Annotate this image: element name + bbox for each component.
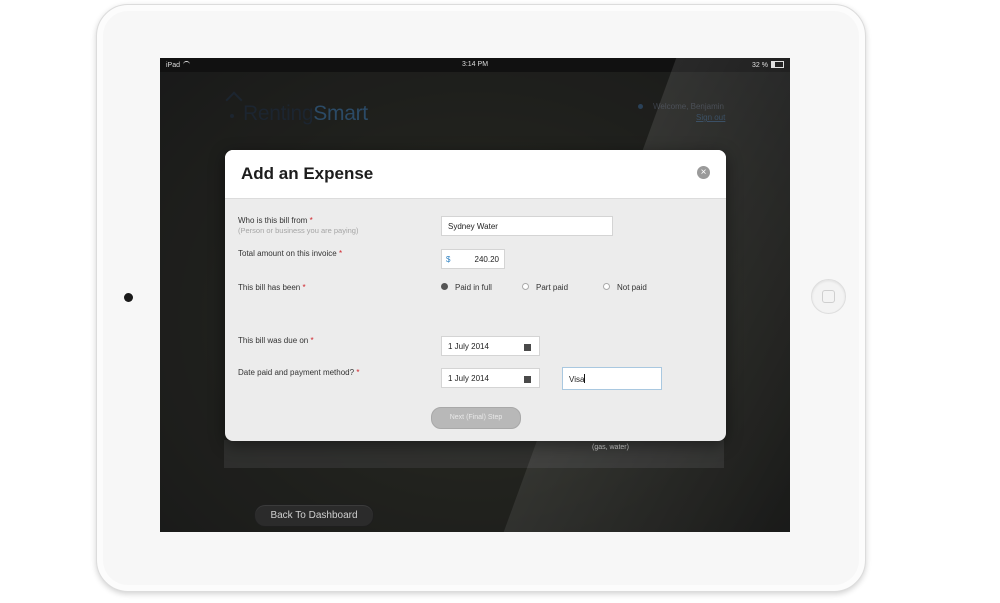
bill-from-value: Sydney Water — [448, 222, 498, 231]
bill-from-sublabel: (Person or business you are paying) — [238, 226, 359, 235]
background-panel — [224, 440, 724, 468]
next-final-step-button[interactable]: Next (Final) Step — [431, 407, 521, 429]
back-to-dashboard-button[interactable]: Back To Dashboard — [254, 504, 374, 527]
bill-status-label: This bill has been * — [238, 283, 306, 292]
user-icon — [638, 104, 643, 109]
battery-percent: 32 % — [752, 62, 768, 69]
date-paid-label: Date paid and payment method? * — [238, 368, 360, 377]
modal-header: Add an Expense × — [225, 150, 726, 199]
screen: iPad 3:14 PM 32 % RentingSmart Welcome, … — [160, 58, 790, 532]
radio-unselected-icon — [522, 283, 529, 290]
text-caret — [584, 374, 586, 383]
due-date-input[interactable]: 1 July 2014 — [441, 336, 540, 356]
radio-unselected-icon — [603, 283, 610, 290]
battery-icon — [771, 61, 784, 68]
date-paid-input[interactable]: 1 July 2014 — [441, 368, 540, 388]
calendar-icon[interactable] — [524, 376, 531, 383]
sign-out-link[interactable]: Sign out — [696, 113, 725, 122]
modal-title: Add an Expense — [241, 164, 374, 183]
total-amount-value: 240.20 — [474, 255, 499, 264]
due-date-label: This bill was due on * — [238, 336, 314, 345]
camera-icon — [124, 293, 133, 302]
background-note: (gas, water) — [592, 444, 629, 451]
date-paid-value: 1 July 2014 — [448, 374, 489, 383]
welcome-text: Welcome, Benjamin — [653, 102, 724, 111]
add-expense-modal: Add an Expense × Who is this bill from *… — [225, 150, 726, 441]
total-amount-input[interactable]: $ 240.20 — [441, 249, 505, 269]
status-time: 3:14 PM — [461, 61, 489, 68]
status-bar: iPad 3:14 PM 32 % — [160, 58, 790, 72]
bill-from-input[interactable]: Sydney Water — [441, 216, 613, 236]
logo[interactable]: RentingSmart — [243, 102, 368, 126]
calendar-icon[interactable] — [524, 344, 531, 351]
close-icon[interactable]: × — [697, 166, 710, 179]
bill-from-label: Who is this bill from * (Person or busin… — [238, 216, 359, 235]
radio-paid-in-full[interactable]: Paid in full — [441, 283, 492, 292]
currency-symbol: $ — [446, 255, 451, 264]
due-date-value: 1 July 2014 — [448, 342, 489, 351]
radio-not-paid[interactable]: Not paid — [603, 283, 647, 292]
payment-method-input[interactable]: Visa — [562, 367, 662, 390]
radio-part-paid[interactable]: Part paid — [522, 283, 568, 292]
welcome-message: Welcome, Benjamin — [638, 102, 724, 111]
logo-accent: Smart — [313, 102, 368, 125]
logo-dot-icon — [230, 114, 234, 118]
radio-selected-icon — [441, 283, 448, 290]
logo-main: Renting — [243, 102, 314, 125]
total-amount-label: Total amount on this invoice * — [238, 249, 343, 258]
home-button[interactable] — [811, 279, 846, 314]
payment-method-value: Visa — [569, 375, 585, 384]
